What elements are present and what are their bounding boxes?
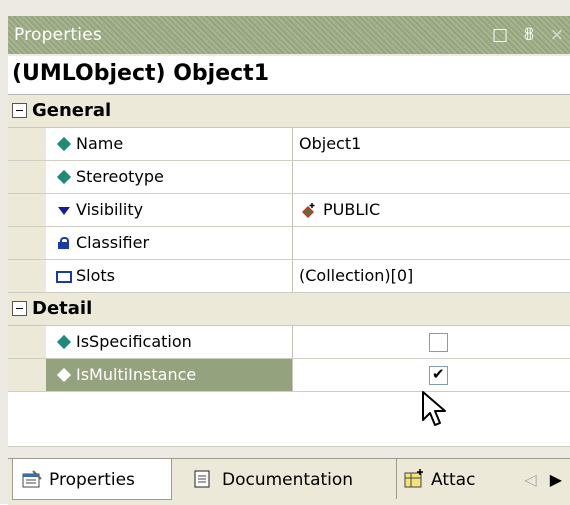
property-row-ismultiinstance[interactable]: IsMultiInstance xyxy=(8,359,570,392)
properties-tab-icon xyxy=(22,470,42,488)
property-value-field[interactable]: (Collection)[0] xyxy=(293,260,570,292)
tab-label: Attac xyxy=(431,470,476,490)
properties-panel: Properties □ 𝟠 × (UMLObject) Object1 Gen… xyxy=(0,0,570,505)
property-row-visibility[interactable]: Visibility PUBLIC xyxy=(8,194,570,227)
property-row-classifier[interactable]: Classifier xyxy=(8,227,570,260)
tab-label: Documentation xyxy=(222,470,354,490)
property-name: Slots xyxy=(76,266,115,285)
public-visibility-icon xyxy=(302,203,315,218)
tab-scroll-arrows: ◁ ▶ xyxy=(516,470,562,489)
diamond-icon xyxy=(56,367,72,383)
scroll-left-icon[interactable]: ◁ xyxy=(524,470,536,489)
tab-strip: Properties Documentation Attac ◁ ▶ xyxy=(8,458,570,505)
property-row-slots[interactable]: Slots (Collection)[0] xyxy=(8,260,570,293)
scroll-right-icon[interactable]: ▶ xyxy=(550,470,562,489)
category-label: Detail xyxy=(32,298,93,319)
panel-title: Properties xyxy=(14,25,102,45)
property-value: Object1 xyxy=(299,134,362,153)
diamond-icon xyxy=(56,169,72,185)
document-icon xyxy=(194,470,210,488)
mouse-cursor-icon xyxy=(422,391,446,426)
object-header: (UMLObject) Object1 xyxy=(8,56,570,95)
property-row-isspecification[interactable]: IsSpecification xyxy=(8,326,570,359)
property-row-name[interactable]: Name Object1 xyxy=(8,128,570,161)
category-general[interactable]: General xyxy=(8,95,570,128)
property-value: (Collection)[0] xyxy=(299,266,414,285)
collapse-icon[interactable] xyxy=(12,301,27,316)
tab-documentation[interactable]: Documentation xyxy=(178,459,388,499)
title-bar-buttons: □ 𝟠 × xyxy=(482,25,564,45)
close-icon[interactable]: × xyxy=(550,25,564,45)
property-name: Name xyxy=(76,134,124,153)
property-value: PUBLIC xyxy=(323,200,381,219)
ismultiinstance-checkbox[interactable] xyxy=(429,365,448,385)
grid-empty-area xyxy=(8,392,570,447)
lock-icon xyxy=(58,237,69,249)
property-name: Classifier xyxy=(76,233,150,252)
category-label: General xyxy=(32,100,112,121)
property-row-stereotype[interactable]: Stereotype xyxy=(8,161,570,194)
pin-icon[interactable]: 𝟠 xyxy=(524,25,535,45)
property-value-field[interactable]: PUBLIC xyxy=(293,194,570,226)
tab-attachments[interactable]: Attac xyxy=(396,459,497,499)
tab-properties[interactable]: Properties xyxy=(12,459,172,500)
attachment-icon xyxy=(404,469,423,488)
collapse-icon[interactable] xyxy=(12,103,27,118)
tab-label: Properties xyxy=(49,470,135,490)
property-name: IsSpecification xyxy=(76,332,192,351)
property-name: Stereotype xyxy=(76,167,164,186)
property-name: Visibility xyxy=(76,200,144,219)
property-grid: General Name Object1 Stereotype Visibili… xyxy=(8,95,570,447)
diamond-icon xyxy=(56,334,72,350)
slot-icon xyxy=(56,271,72,283)
triangle-down-icon xyxy=(58,207,70,215)
property-name: IsMultiInstance xyxy=(76,365,197,384)
isspecification-checkbox[interactable] xyxy=(429,333,448,352)
panel-title-bar[interactable]: Properties □ 𝟠 × xyxy=(8,16,570,54)
property-value-field[interactable] xyxy=(293,161,570,193)
property-value-field[interactable]: Object1 xyxy=(293,128,570,160)
category-detail[interactable]: Detail xyxy=(8,293,570,326)
diamond-icon xyxy=(56,136,72,152)
maximize-icon[interactable]: □ xyxy=(492,25,508,45)
object-title: (UMLObject) Object1 xyxy=(12,61,270,86)
property-value-field[interactable] xyxy=(293,227,570,259)
